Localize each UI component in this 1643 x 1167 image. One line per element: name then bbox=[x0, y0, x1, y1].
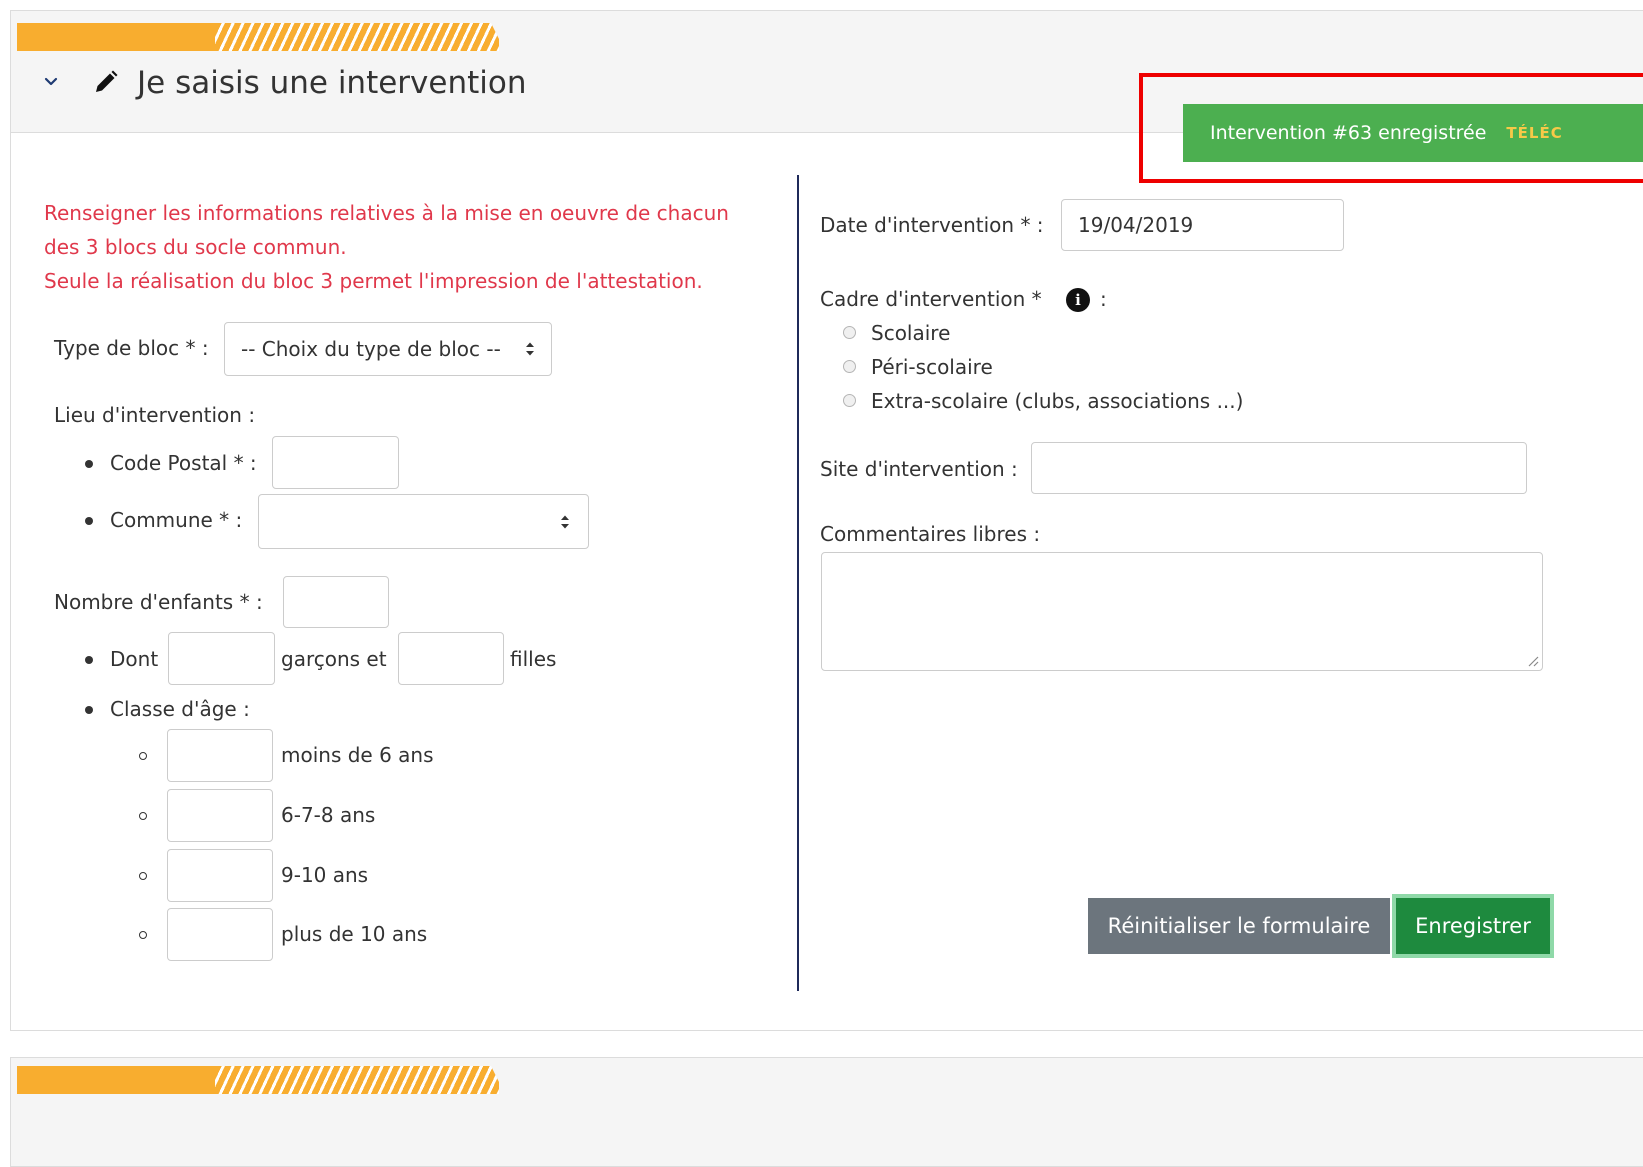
type-bloc-selected: -- Choix du type de bloc -- bbox=[241, 337, 501, 361]
bullet bbox=[85, 460, 93, 468]
accent-stripe bbox=[17, 23, 499, 51]
age-label-over-10: plus de 10 ans bbox=[281, 922, 428, 946]
notice-block: Renseigner les informations relatives à … bbox=[44, 196, 774, 298]
sub-bullet bbox=[139, 872, 147, 880]
type-bloc-label: Type de bloc * : bbox=[54, 336, 209, 360]
age-input-9-10[interactable] bbox=[167, 849, 273, 902]
radio-extra-scolaire[interactable] bbox=[843, 394, 856, 407]
age-input-under-6[interactable] bbox=[167, 729, 273, 782]
garcons-label: garçons et bbox=[281, 647, 387, 671]
commentaires-textarea[interactable] bbox=[821, 552, 1543, 671]
accent-stripe-tip bbox=[491, 1066, 505, 1094]
commentaires-label: Commentaires libres : bbox=[820, 522, 1041, 546]
nb-enfants-label: Nombre d'enfants * : bbox=[54, 590, 263, 614]
date-input[interactable]: 19/04/2019 bbox=[1061, 199, 1344, 251]
cadre-colon: : bbox=[1100, 287, 1107, 311]
save-button[interactable]: Enregistrer bbox=[1392, 894, 1554, 958]
info-circle-icon[interactable]: i bbox=[1066, 288, 1090, 312]
panel-title: Je saisis une intervention bbox=[137, 65, 527, 101]
site-input[interactable] bbox=[1031, 442, 1527, 494]
notice-line-1: Renseigner les informations relatives à … bbox=[44, 201, 729, 225]
column-divider bbox=[797, 175, 799, 991]
garcons-input[interactable] bbox=[168, 632, 275, 685]
bullet bbox=[85, 656, 93, 664]
commune-select[interactable] bbox=[258, 494, 589, 549]
chevron-down-icon[interactable] bbox=[44, 75, 58, 89]
sub-bullet bbox=[139, 752, 147, 760]
age-label-under-6: moins de 6 ans bbox=[281, 743, 434, 767]
filles-input[interactable] bbox=[398, 632, 504, 685]
age-input-over-10[interactable] bbox=[167, 908, 273, 961]
age-label-6-8: 6-7-8 ans bbox=[281, 803, 376, 827]
resize-grip-icon[interactable] bbox=[1527, 655, 1539, 667]
type-bloc-select[interactable]: -- Choix du type de bloc -- bbox=[224, 322, 552, 376]
toast-highlight-box bbox=[1139, 73, 1643, 183]
pencil-icon bbox=[96, 70, 118, 92]
second-panel-header[interactable] bbox=[10, 1057, 1643, 1167]
filles-label: filles bbox=[510, 647, 557, 671]
bullet bbox=[85, 517, 93, 525]
accent-stripe-tip bbox=[491, 23, 505, 51]
nb-enfants-input[interactable] bbox=[283, 576, 389, 628]
code-postal-input[interactable] bbox=[272, 436, 399, 489]
dont-label: Dont bbox=[110, 647, 159, 671]
lieu-label: Lieu d'intervention : bbox=[54, 403, 256, 427]
bullet bbox=[85, 706, 93, 714]
sort-arrows-icon bbox=[561, 515, 569, 528]
notice-line-3: Seule la réalisation du bloc 3 permet l'… bbox=[44, 269, 703, 293]
age-input-6-8[interactable] bbox=[167, 789, 273, 842]
radio-label-peri-scolaire: Péri-scolaire bbox=[871, 355, 993, 379]
age-label-9-10: 9-10 ans bbox=[281, 863, 369, 887]
date-label: Date d'intervention * : bbox=[820, 213, 1044, 237]
accent-stripe bbox=[17, 1066, 499, 1094]
classe-age-label: Classe d'âge : bbox=[110, 697, 250, 721]
sub-bullet bbox=[139, 931, 147, 939]
reset-form-button[interactable]: Réinitialiser le formulaire bbox=[1088, 898, 1390, 954]
notice-line-2: des 3 blocs du socle commun. bbox=[44, 235, 347, 259]
code-postal-label: Code Postal * : bbox=[110, 451, 257, 475]
cadre-label: Cadre d'intervention * bbox=[820, 287, 1042, 311]
sub-bullet bbox=[139, 812, 147, 820]
site-label: Site d'intervention : bbox=[820, 457, 1018, 481]
sort-arrows-icon bbox=[526, 342, 534, 356]
radio-scolaire[interactable] bbox=[843, 326, 856, 339]
commune-label: Commune * : bbox=[110, 508, 243, 532]
radio-peri-scolaire[interactable] bbox=[843, 360, 856, 373]
radio-label-extra-scolaire: Extra-scolaire (clubs, associations ...) bbox=[871, 389, 1244, 413]
radio-label-scolaire: Scolaire bbox=[871, 321, 951, 345]
